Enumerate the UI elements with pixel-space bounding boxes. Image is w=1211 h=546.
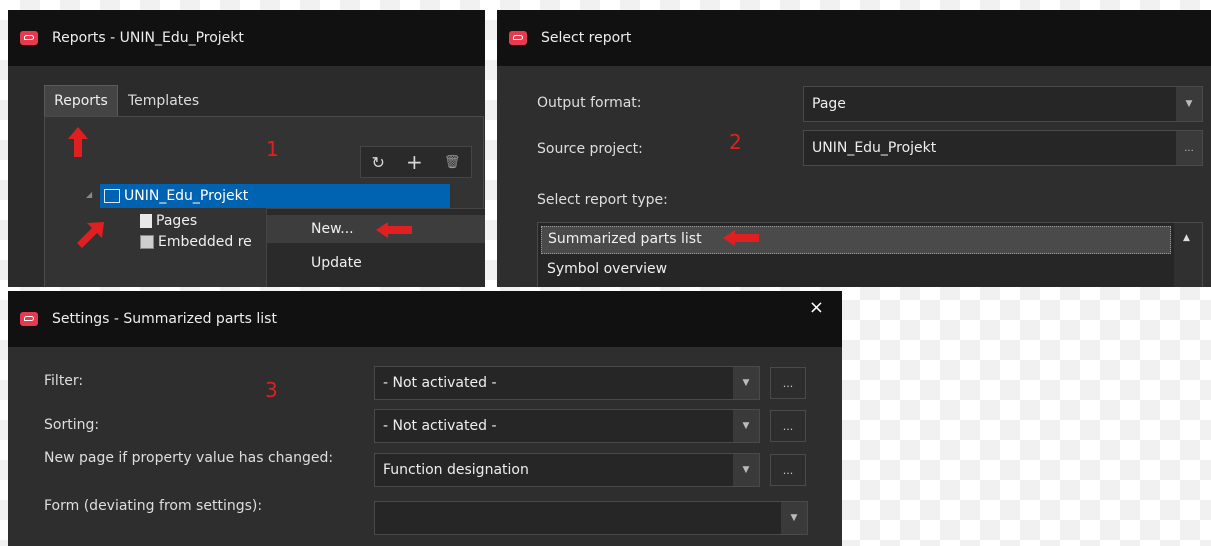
sorting-select[interactable]: - Not activated - ▼	[374, 409, 760, 443]
menu-item-update[interactable]: Update	[267, 249, 485, 277]
refresh-icon[interactable]: ↻	[372, 153, 385, 172]
tab-templates-label: Templates	[128, 93, 200, 109]
list-item-symbol-overview-label: Symbol overview	[547, 261, 668, 277]
select-report-window: Select report Output format: Page ▼ 2 So…	[497, 10, 1211, 287]
newpage-label: New page if property value has changed:	[44, 450, 334, 466]
report-type-list: Summarized parts list Symbol overview ▲	[537, 222, 1203, 287]
select-report-titlebar: Select report	[497, 10, 1211, 66]
newpage-select[interactable]: Function designation ▼	[374, 453, 760, 487]
chevron-down-icon[interactable]: ▼	[733, 367, 759, 399]
output-format-value: Page	[812, 96, 846, 112]
red-arrow-up-icon	[68, 127, 88, 157]
newpage-dots-button[interactable]: ...	[770, 454, 806, 486]
form-label: Form (deviating from settings):	[44, 498, 263, 514]
tree-item-embedded[interactable]: Embedded re	[140, 232, 252, 252]
close-icon[interactable]: ×	[809, 297, 824, 318]
app-logo-icon	[509, 31, 527, 45]
menu-item-new-label: New...	[311, 221, 354, 237]
reports-titlebar: Reports - UNIN_Edu_Projekt	[8, 10, 485, 66]
sorting-value: - Not activated -	[383, 418, 497, 434]
red-arrow-left-icon	[723, 230, 759, 246]
source-project-label: Source project:	[537, 141, 643, 157]
chevron-down-icon[interactable]: ▼	[733, 410, 759, 442]
report-type-label: Select report type:	[537, 192, 668, 208]
step-number-1: 1	[266, 137, 279, 161]
source-project-field[interactable]: UNIN_Edu_Projekt ...	[803, 130, 1203, 166]
browse-button[interactable]: ...	[1176, 131, 1202, 165]
reports-window: Reports - UNIN_Edu_Projekt Reports Templ…	[8, 10, 485, 287]
embedded-report-icon	[140, 235, 154, 249]
app-logo-icon	[20, 312, 38, 326]
tree-toolbar: ↻ + 🗑	[360, 146, 472, 178]
scroll-up-icon[interactable]: ▲	[1183, 233, 1190, 243]
settings-title: Settings - Summarized parts list	[52, 311, 277, 327]
settings-titlebar: Settings - Summarized parts list ×	[8, 291, 842, 347]
list-scrollbar[interactable]: ▲	[1174, 223, 1202, 287]
filter-dots-button[interactable]: ...	[770, 367, 806, 399]
source-project-value: UNIN_Edu_Projekt	[812, 140, 937, 156]
filter-label: Filter:	[44, 373, 84, 389]
red-arrow-diagonal-icon	[77, 222, 104, 248]
project-table-icon	[104, 189, 120, 203]
tab-reports[interactable]: Reports	[44, 85, 118, 117]
red-arrow-left-icon	[376, 222, 412, 238]
reports-window-title: Reports - UNIN_Edu_Projekt	[52, 30, 244, 46]
list-item-summarized-parts[interactable]: Summarized parts list	[541, 226, 1171, 254]
filter-select[interactable]: - Not activated - ▼	[374, 366, 760, 400]
settings-window: Settings - Summarized parts list × 3 Fil…	[8, 291, 842, 546]
plus-icon[interactable]: +	[406, 150, 423, 174]
tree-item-pages[interactable]: Pages	[140, 211, 197, 231]
context-menu: New... Update	[266, 208, 485, 287]
output-format-label: Output format:	[537, 95, 642, 111]
output-format-select[interactable]: Page ▼	[803, 86, 1203, 122]
select-report-title: Select report	[541, 30, 632, 46]
form-select[interactable]: ▼	[374, 501, 808, 535]
tree-item-embedded-label: Embedded re	[158, 234, 252, 250]
chevron-down-icon[interactable]: ▼	[1176, 87, 1202, 121]
filter-value: - Not activated -	[383, 375, 497, 391]
list-item-symbol-overview[interactable]: Symbol overview	[541, 257, 1171, 285]
list-item-summarized-parts-label: Summarized parts list	[548, 231, 702, 247]
chevron-down-icon[interactable]: ▼	[733, 454, 759, 486]
expand-arrow-icon[interactable]: ◢	[86, 190, 92, 199]
sorting-dots-button[interactable]: ...	[770, 410, 806, 442]
pages-icon	[140, 214, 152, 228]
step-number-3: 3	[265, 378, 278, 402]
tree-item-project-label: UNIN_Edu_Projekt	[124, 188, 249, 204]
app-logo-icon	[20, 31, 38, 45]
chevron-down-icon[interactable]: ▼	[781, 502, 807, 534]
trash-icon[interactable]: 🗑	[444, 155, 461, 170]
sorting-label: Sorting:	[44, 417, 100, 433]
menu-item-update-label: Update	[311, 255, 362, 271]
tab-reports-label: Reports	[54, 93, 108, 109]
tree-item-project[interactable]: UNIN_Edu_Projekt	[100, 184, 450, 208]
tree-item-pages-label: Pages	[156, 213, 198, 229]
step-number-2: 2	[729, 130, 742, 154]
tab-templates[interactable]: Templates	[120, 85, 228, 117]
newpage-value: Function designation	[383, 462, 529, 478]
